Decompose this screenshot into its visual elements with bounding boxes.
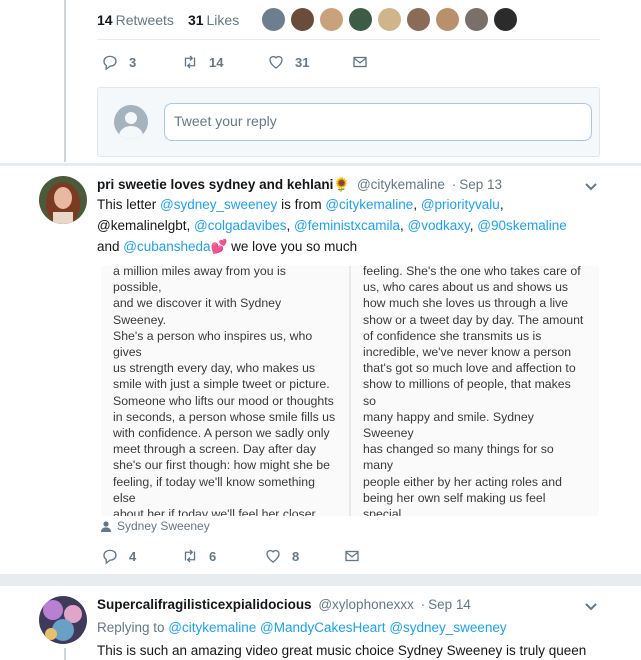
- liker-avatar[interactable]: [493, 7, 519, 32]
- tweet-menu-button[interactable]: [584, 599, 598, 613]
- avatar[interactable]: [39, 176, 87, 224]
- user-handle[interactable]: @citykemaline: [357, 177, 445, 192]
- reply-count: 4: [129, 548, 137, 564]
- liker-avatar[interactable]: [435, 7, 461, 32]
- reply-button[interactable]: 4: [101, 547, 181, 565]
- letter-text-right: feeling. She's the one who takes care of…: [363, 266, 584, 516]
- timeline: 14 Retweets 31 Likes 3 14 31 Tweet your re…: [0, 0, 641, 660]
- hearts-icon: 💕: [210, 239, 228, 254]
- reply-count: 3: [129, 54, 137, 70]
- like-icon: [269, 55, 283, 69]
- like-button[interactable]: 8: [264, 547, 343, 565]
- user-avatar: [114, 105, 148, 139]
- mention-link[interactable]: @feministxcamila: [294, 218, 400, 233]
- thread-line: [64, 0, 66, 162]
- dm-button[interactable]: [351, 53, 431, 71]
- mention-link[interactable]: @citykemaline: [325, 197, 413, 212]
- mention-link[interactable]: @sydney_sweeney: [160, 197, 277, 212]
- like-count: 8: [292, 548, 300, 564]
- liker-avatar[interactable]: [261, 7, 287, 32]
- mention-link[interactable]: @priorityvalu: [421, 197, 500, 212]
- date-separator: ·: [420, 597, 426, 612]
- retweet-button[interactable]: 6: [181, 547, 264, 565]
- like-button[interactable]: 31: [267, 53, 351, 71]
- tweet-stats: 14 Retweets 31 Likes: [97, 0, 600, 40]
- replying-to: Replying to @citykemaline @MandyCakesHea…: [97, 620, 507, 635]
- likes-label: Likes: [206, 11, 240, 28]
- dm-icon: [345, 550, 359, 562]
- dm-button[interactable]: [343, 547, 423, 565]
- mention-link[interactable]: @cubansheda: [123, 239, 210, 254]
- tweet-media[interactable]: a million miles away from you is possibl…: [101, 266, 599, 516]
- date-separator: ·: [451, 177, 457, 192]
- mention-link[interactable]: @citykemaline: [168, 620, 256, 635]
- liker-avatar[interactable]: [290, 7, 316, 32]
- mention-link[interactable]: @sydney_sweeney: [389, 620, 506, 635]
- reply-icon: [103, 549, 117, 565]
- tagged-people[interactable]: Sydney Sweeney: [101, 519, 210, 533]
- mention-link[interactable]: @90skemaline: [477, 218, 567, 233]
- like-count: 31: [295, 54, 310, 70]
- divider: [0, 574, 641, 586]
- sunflower-icon: 🌻: [333, 177, 351, 192]
- tweet-date[interactable]: Sep 13: [459, 177, 502, 192]
- retweet-icon: [184, 549, 196, 563]
- mention-link[interactable]: @vodkaxy: [408, 218, 470, 233]
- likes-stat[interactable]: 31 Likes: [188, 12, 239, 28]
- letter-image-right[interactable]: feeling. She's the one who takes care of…: [351, 266, 599, 516]
- liker-avatar[interactable]: [464, 7, 490, 32]
- liker-avatar[interactable]: [377, 7, 403, 32]
- main-tweet-actions: 3 14 31: [101, 53, 431, 71]
- chevron-down-icon: [585, 183, 597, 191]
- liker-avatar[interactable]: [406, 7, 432, 32]
- liker-avatar[interactable]: [319, 7, 345, 32]
- retweet-count: 6: [209, 548, 217, 564]
- likes-count: 31: [187, 11, 204, 28]
- reply-input[interactable]: Tweet your reply: [164, 103, 592, 141]
- avatar[interactable]: [39, 596, 87, 644]
- tweet-text: This letter @sydney_sweeney is from @cit…: [97, 197, 567, 254]
- tweet-date[interactable]: Sep 14: [428, 597, 471, 612]
- divider: [0, 163, 641, 166]
- reply-composer: Tweet your reply: [97, 87, 600, 157]
- tagged-person[interactable]: Sydney Sweeney: [117, 519, 210, 533]
- tweet-header: pri sweetie loves sydney and kehlani🌻 @c…: [97, 177, 502, 193]
- thread-line: [64, 648, 66, 660]
- letter-image-left[interactable]: a million miles away from you is possibl…: [101, 266, 349, 516]
- retweets-count: 14: [97, 11, 113, 28]
- like-icon: [266, 549, 280, 563]
- user-handle[interactable]: @xylophonexxx: [318, 597, 414, 612]
- mention-link[interactable]: @colgadavibes: [194, 218, 287, 233]
- letter-text-left: a million miles away from you is possibl…: [113, 266, 336, 516]
- retweet-count: 14: [209, 54, 224, 70]
- retweet-icon: [184, 55, 196, 69]
- retweets-stat[interactable]: 14 Retweets: [97, 12, 174, 28]
- tweet-actions: 4 6 8: [101, 547, 423, 565]
- mention-link[interactable]: @MandyCakesHeart: [260, 620, 386, 635]
- display-name[interactable]: Supercalifragilisticexpialidocious: [97, 597, 312, 612]
- display-name[interactable]: pri sweetie loves sydney and kehlani: [97, 177, 333, 192]
- chevron-down-icon: [585, 603, 597, 611]
- tweet-header: Supercalifragilisticexpialidocious @xylo…: [97, 597, 471, 612]
- liker-avatar[interactable]: [348, 7, 374, 32]
- retweet-button[interactable]: 14: [181, 53, 267, 71]
- tweet-text: This is such an amazing video great musi…: [97, 643, 587, 658]
- tweet-menu-button[interactable]: [584, 179, 598, 193]
- reply-icon: [103, 55, 117, 71]
- person-icon: [101, 520, 111, 532]
- liker-avatars: [261, 7, 522, 32]
- retweets-label: Retweets: [115, 11, 174, 28]
- reply-button[interactable]: 3: [101, 53, 181, 71]
- dm-icon: [353, 56, 367, 68]
